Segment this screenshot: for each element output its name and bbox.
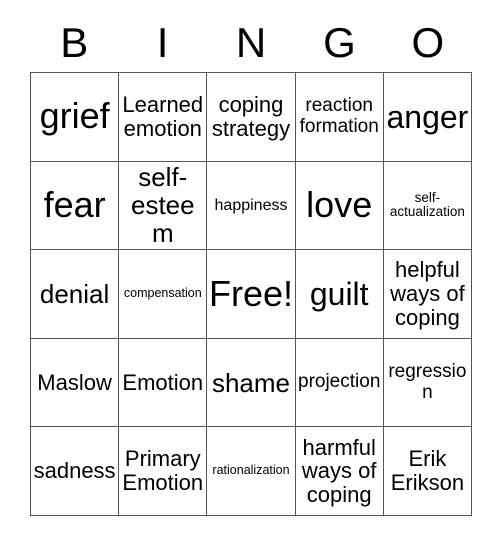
bingo-header-letter-n: N bbox=[235, 19, 267, 66]
bingo-cell-label: happiness bbox=[214, 196, 288, 214]
bingo-cell-label: denial bbox=[39, 278, 110, 309]
bingo-cell[interactable]: compensation bbox=[119, 250, 208, 339]
bingo-cell-label: rationalization bbox=[212, 463, 290, 478]
bingo-cell-label: love bbox=[306, 183, 373, 225]
bingo-cell[interactable]: Primary Emotion bbox=[119, 427, 208, 516]
bingo-cell[interactable]: regression bbox=[383, 338, 472, 428]
bingo-cell-label: projection bbox=[298, 371, 381, 393]
bingo-cell-label: Learned emotion bbox=[122, 92, 204, 141]
bingo-cell[interactable]: shame bbox=[207, 338, 296, 428]
bingo-card: B I N G O grief Learned emotion coping s… bbox=[0, 0, 500, 544]
bingo-cell[interactable]: Erik Erikson bbox=[383, 427, 472, 516]
bingo-cell-label: Free! bbox=[208, 272, 293, 314]
bingo-cell[interactable]: reaction formation bbox=[295, 73, 384, 162]
bingo-cell[interactable]: rationalization bbox=[207, 427, 296, 516]
bingo-cell-label: anger bbox=[386, 98, 469, 135]
bingo-cell[interactable]: guilt bbox=[295, 250, 384, 339]
bingo-cell[interactable]: fear bbox=[31, 161, 120, 251]
bingo-cell-label: Maslow bbox=[37, 369, 112, 395]
bingo-cell[interactable]: Emotion bbox=[119, 338, 208, 428]
bingo-cell-label: guilt bbox=[309, 275, 369, 312]
bingo-header-letter-g: G bbox=[323, 19, 356, 66]
bingo-cell[interactable]: sadness bbox=[31, 427, 120, 516]
bingo-cell-label: grief bbox=[39, 95, 110, 137]
bingo-cell-label: helpful ways of coping bbox=[390, 257, 465, 330]
bingo-cell[interactable]: grief bbox=[31, 73, 120, 162]
bingo-cell[interactable]: projection bbox=[295, 338, 384, 428]
bingo-cell[interactable]: Learned emotion bbox=[119, 73, 208, 162]
bingo-cell[interactable]: denial bbox=[31, 250, 120, 339]
bingo-cell[interactable]: love bbox=[295, 161, 384, 251]
bingo-cell[interactable]: happiness bbox=[207, 161, 296, 251]
bingo-header-letter-i: I bbox=[156, 19, 169, 66]
bingo-header-row: B I N G O bbox=[30, 14, 472, 72]
bingo-cell-label: compensation bbox=[123, 286, 202, 301]
bingo-cell-label: fear bbox=[43, 183, 106, 225]
bingo-cell-label: Emotion bbox=[122, 369, 204, 395]
bingo-cell-label: Primary Emotion bbox=[122, 446, 204, 496]
bingo-cell-free-space[interactable]: Free! bbox=[207, 250, 296, 339]
bingo-cell-label: self-actualization bbox=[389, 189, 465, 220]
bingo-cell[interactable]: coping strategy bbox=[207, 73, 296, 162]
bingo-cell-label: regression bbox=[388, 361, 467, 403]
bingo-cell-label: harmful ways of coping bbox=[301, 434, 377, 508]
bingo-grid: grief Learned emotion coping strategy re… bbox=[30, 72, 472, 516]
bingo-cell-label: reaction formation bbox=[299, 95, 379, 137]
bingo-cell-label: self-esteem bbox=[130, 162, 195, 249]
bingo-header-letter-o: O bbox=[411, 19, 445, 66]
bingo-cell-label: Erik Erikson bbox=[390, 446, 465, 496]
bingo-cell[interactable]: harmful ways of coping bbox=[295, 427, 384, 516]
bingo-cell-label: sadness bbox=[33, 458, 116, 484]
bingo-header-letter-b: B bbox=[60, 19, 89, 66]
bingo-cell[interactable]: helpful ways of coping bbox=[383, 250, 472, 339]
bingo-cell-label: coping strategy bbox=[211, 92, 291, 141]
bingo-cell[interactable]: anger bbox=[383, 73, 472, 162]
bingo-cell[interactable]: Maslow bbox=[31, 338, 120, 428]
bingo-cell[interactable]: self-actualization bbox=[383, 161, 472, 251]
bingo-cell-label: shame bbox=[211, 367, 291, 398]
bingo-cell[interactable]: self-esteem bbox=[119, 161, 208, 251]
